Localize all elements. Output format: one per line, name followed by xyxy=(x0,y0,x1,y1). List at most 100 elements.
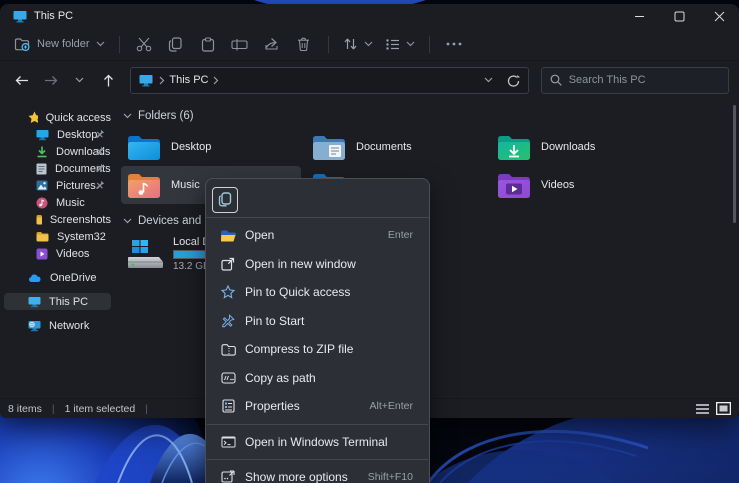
pin-icon xyxy=(95,180,105,190)
large-icons-view-button[interactable] xyxy=(716,402,731,415)
menu-item-copy-as-path[interactable]: Copy as path xyxy=(210,364,425,393)
navigation-pane: Quick access Desktop Downloads Do xyxy=(0,99,115,398)
sidebar-item-screenshots[interactable]: Screenshots xyxy=(4,211,111,228)
menu-item-open-in-new-window[interactable]: Open in new window xyxy=(210,250,425,279)
sidebar-item-downloads[interactable]: Downloads xyxy=(4,143,111,160)
sidebar-label: Screenshots xyxy=(50,214,111,226)
up-arrow-icon xyxy=(103,74,114,87)
videos-folder-icon xyxy=(497,171,531,199)
copy-button[interactable] xyxy=(212,187,238,213)
copy-icon xyxy=(168,37,183,52)
maximize-button[interactable] xyxy=(659,4,699,28)
share-button[interactable] xyxy=(256,32,288,56)
chevron-down-icon xyxy=(96,41,105,47)
folder-tile-videos[interactable]: Videos xyxy=(491,166,671,204)
sidebar-item-documents[interactable]: Documents xyxy=(4,160,111,177)
sidebar-label: Quick access xyxy=(46,112,111,124)
window-title: This PC xyxy=(34,10,73,22)
music-folder-icon xyxy=(127,171,161,199)
share-icon xyxy=(264,37,279,51)
sidebar-item-this-pc[interactable]: This PC xyxy=(4,293,111,310)
open-new-window-icon xyxy=(221,257,235,271)
open-folder-icon xyxy=(220,229,236,242)
forward-button[interactable] xyxy=(39,68,64,92)
view-button[interactable] xyxy=(379,34,421,55)
refresh-icon[interactable] xyxy=(507,74,520,87)
item-count: 8 items xyxy=(8,403,42,415)
menu-shortcut: Alt+Enter xyxy=(370,400,413,412)
sidebar-item-network[interactable]: Network xyxy=(4,317,111,334)
toolbar-separator xyxy=(328,36,329,53)
menu-item-pin-to-start[interactable]: Pin to Start xyxy=(210,307,425,336)
folder-tile-downloads[interactable]: Downloads xyxy=(491,128,671,166)
sidebar-label: Videos xyxy=(56,248,89,260)
sidebar-item-onedrive[interactable]: OneDrive xyxy=(4,269,111,286)
delete-button[interactable] xyxy=(288,32,320,56)
sidebar-item-system32[interactable]: System32 xyxy=(4,228,111,245)
rename-button[interactable] xyxy=(224,32,256,56)
menu-item-label: Show more options xyxy=(245,470,348,483)
new-folder-icon xyxy=(14,37,31,52)
menu-item-properties[interactable]: Properties Alt+Enter xyxy=(210,392,425,421)
folder-label: Videos xyxy=(541,179,574,191)
details-view-button[interactable] xyxy=(695,403,710,415)
view-icon xyxy=(385,38,400,51)
more-options-button[interactable] xyxy=(438,32,470,56)
sidebar-label: Desktop xyxy=(57,129,97,141)
vertical-scrollbar[interactable] xyxy=(733,105,736,223)
search-box[interactable] xyxy=(541,67,729,94)
sidebar-label: Network xyxy=(49,320,89,332)
sidebar-item-videos[interactable]: Videos xyxy=(4,245,111,262)
pin-outline-icon xyxy=(221,314,235,328)
menu-item-pin-to-quick-access[interactable]: Pin to Quick access xyxy=(210,278,425,307)
close-button[interactable] xyxy=(699,4,739,28)
menu-separator xyxy=(207,459,428,460)
breadcrumb-chevron-icon xyxy=(159,76,165,85)
desktop-icon xyxy=(36,129,49,141)
cut-icon xyxy=(136,37,152,52)
paste-button[interactable] xyxy=(192,32,224,56)
copy-icon xyxy=(218,192,232,207)
title-bar[interactable]: This PC xyxy=(0,4,739,28)
folders-section-header[interactable]: Folders (6) xyxy=(121,107,739,125)
folder-tile-desktop[interactable]: Desktop xyxy=(121,128,301,166)
folder-tile-documents[interactable]: Documents xyxy=(306,128,486,166)
chevron-down-icon xyxy=(75,77,84,83)
menu-item-label: Open in new window xyxy=(245,257,356,271)
sort-button[interactable] xyxy=(337,33,379,55)
address-bar[interactable]: This PC xyxy=(130,67,528,94)
sidebar-item-pictures[interactable]: Pictures xyxy=(4,177,111,194)
sidebar-label: Pictures xyxy=(56,180,96,192)
collapse-chevron-icon[interactable] xyxy=(123,113,132,119)
up-button[interactable] xyxy=(96,68,121,92)
rename-icon xyxy=(231,38,248,51)
close-icon xyxy=(714,11,725,22)
sidebar-item-desktop[interactable]: Desktop xyxy=(4,126,111,143)
menu-item-label: Pin to Quick access xyxy=(245,285,350,299)
back-button[interactable] xyxy=(10,68,35,92)
this-pc-icon xyxy=(28,296,41,308)
documents-folder-icon xyxy=(312,133,346,161)
sort-icon xyxy=(343,37,358,51)
copy-button[interactable] xyxy=(160,32,192,56)
cut-button[interactable] xyxy=(128,32,160,56)
search-input[interactable] xyxy=(569,74,719,86)
minimize-button[interactable] xyxy=(619,4,659,28)
menu-item-open[interactable]: Open Enter xyxy=(210,221,425,250)
breadcrumb-this-pc[interactable]: This PC xyxy=(169,74,208,86)
menu-item-label: Open in Windows Terminal xyxy=(245,435,388,449)
menu-item-compress-to-zip[interactable]: Compress to ZIP file xyxy=(210,335,425,364)
new-folder-button[interactable]: New folder xyxy=(8,33,111,56)
desktop: This PC New folder xyxy=(0,0,739,483)
pin-icon xyxy=(95,146,105,156)
address-dropdown-icon[interactable] xyxy=(484,77,493,83)
zip-folder-icon xyxy=(221,343,236,356)
recent-locations-button[interactable] xyxy=(67,68,92,92)
folder-label: Desktop xyxy=(171,141,211,153)
sidebar-item-music[interactable]: Music xyxy=(4,194,111,211)
menu-item-show-more-options[interactable]: Show more options Shift+F10 xyxy=(210,463,425,483)
menu-item-open-in-windows-terminal[interactable]: Open in Windows Terminal xyxy=(210,428,425,457)
collapse-chevron-icon[interactable] xyxy=(123,218,132,224)
sidebar-item-quick-access[interactable]: Quick access xyxy=(4,109,111,126)
star-icon xyxy=(28,111,38,124)
